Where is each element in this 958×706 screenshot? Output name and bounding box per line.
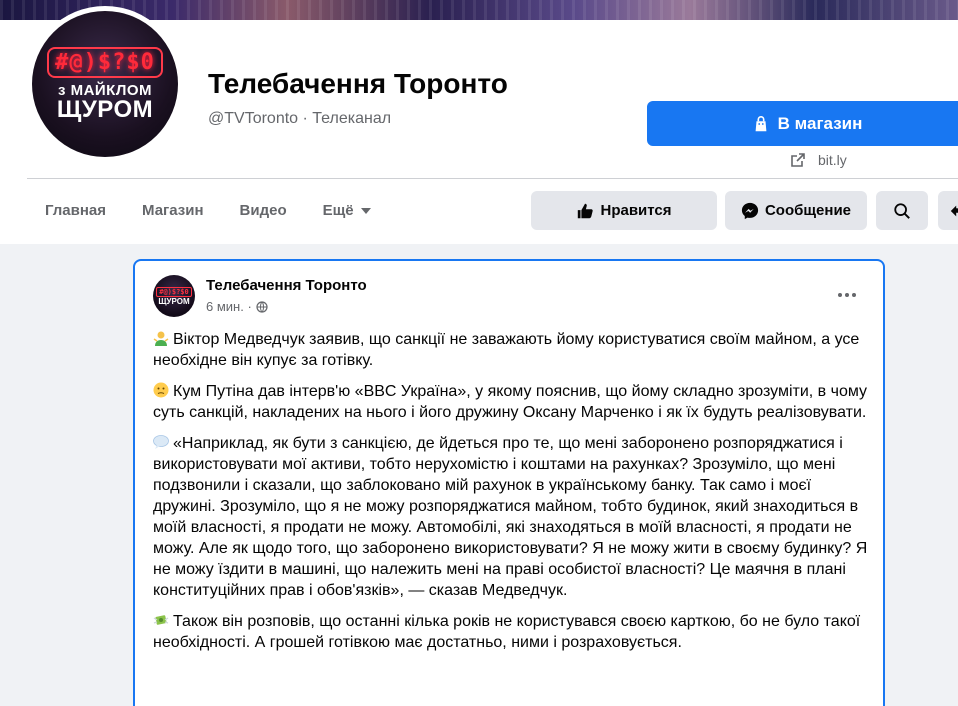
search-button[interactable] xyxy=(876,191,928,230)
share-button[interactable] xyxy=(938,191,958,230)
page-nav: Главная Магазин Видео Ещё xyxy=(27,188,390,233)
post-paragraph-text: Віктор Медведчук заявив, що санкції не з… xyxy=(153,331,860,369)
post-avatar-symbols: #@)$?$0 xyxy=(156,286,192,297)
post-text: Віктор Медведчук заявив, що санкції не з… xyxy=(153,329,869,663)
page-title[interactable]: Телебачення Торонто xyxy=(208,68,508,100)
page-header: #@)$?$0 з МАЙКЛОМ ЩУРОМ Телебачення Торо… xyxy=(0,6,958,244)
page-handle-category: @TVToronto · Телеканал xyxy=(208,110,392,127)
message-button[interactable]: Сообщение xyxy=(725,191,867,230)
external-link[interactable]: bit.ly xyxy=(790,152,847,168)
like-button-label: Нравится xyxy=(600,202,672,219)
post-card: #@)$?$0 ЩУРОМ Телебачення Торонто 6 мин.… xyxy=(133,259,885,706)
post-paragraph: Також він розповів, що останні кілька ро… xyxy=(153,611,869,653)
post-time-label: 6 мин. · xyxy=(206,299,252,314)
post-timestamp[interactable]: 6 мин. · xyxy=(206,299,268,314)
post-paragraph: «Наприклад, як бути з санкцією, де йдеть… xyxy=(153,433,869,601)
speech-bubble-icon xyxy=(153,435,169,449)
post-author-avatar[interactable]: #@)$?$0 ЩУРОМ xyxy=(153,275,195,317)
external-link-text: bit.ly xyxy=(818,152,847,168)
globe-icon xyxy=(256,300,268,313)
external-link-icon xyxy=(791,153,805,167)
post-paragraph: Кум Путіна дав інтерв'ю «BBC Україна», у… xyxy=(153,381,869,423)
confused-face-icon xyxy=(153,382,169,398)
messenger-icon xyxy=(741,202,759,219)
tab-home-label: Главная xyxy=(45,202,107,219)
post-paragraph: Віктор Медведчук заявив, що санкції не з… xyxy=(153,329,869,371)
header-divider xyxy=(27,178,958,179)
tab-shop[interactable]: Магазин xyxy=(124,188,222,233)
search-icon xyxy=(894,202,910,219)
avatar-logo-line2: ЩУРОМ xyxy=(56,96,154,123)
like-button[interactable]: Нравится xyxy=(531,191,717,230)
post-avatar-text: ЩУРОМ xyxy=(158,296,190,306)
post-paragraph-text: Кум Путіна дав інтерв'ю «BBC Україна», у… xyxy=(153,383,868,421)
money-wings-icon xyxy=(153,615,169,625)
shop-button-label: В магазин xyxy=(777,113,863,133)
post-author-name[interactable]: Телебачення Торонто xyxy=(206,277,367,294)
post-paragraph-text: «Наприклад, як бути з санкцією, де йдеть… xyxy=(153,435,868,599)
thumbs-up-icon xyxy=(578,203,594,218)
tab-home[interactable]: Главная xyxy=(27,188,124,233)
tab-videos[interactable]: Видео xyxy=(222,188,305,233)
profile-picture-frame[interactable]: #@)$?$0 з МАЙКЛОМ ЩУРОМ xyxy=(27,6,183,162)
caret-down-icon xyxy=(360,207,371,214)
post-more-options[interactable] xyxy=(835,283,859,307)
tab-videos-label: Видео xyxy=(239,202,287,219)
message-button-label: Сообщение xyxy=(764,202,852,219)
avatar-logo-symbols: #@)$?$0 xyxy=(47,47,163,78)
post-paragraph-text: Також він розповів, що останні кілька ро… xyxy=(153,613,861,651)
tab-more-label: Ещё xyxy=(322,202,354,219)
profile-picture[interactable]: #@)$?$0 з МАЙКЛОМ ЩУРОМ xyxy=(32,11,178,157)
man-shrugging-icon xyxy=(153,331,169,346)
tab-more[interactable]: Ещё xyxy=(305,188,390,233)
more-dots-icon xyxy=(838,293,856,297)
share-icon xyxy=(950,205,958,216)
tab-shop-label: Магазин xyxy=(142,202,204,219)
shop-button[interactable]: В магазин xyxy=(647,101,958,146)
shopping-bag-icon xyxy=(755,115,767,131)
